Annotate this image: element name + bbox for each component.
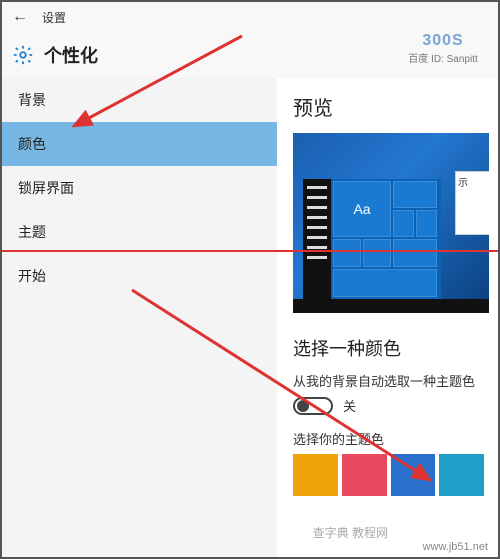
color-swatch-orange[interactable] (293, 454, 338, 496)
sidebar-item-label: 颜色 (18, 134, 46, 154)
page-header: 个性化 (2, 32, 498, 78)
auto-pick-toggle[interactable] (293, 397, 333, 415)
preview-heading: 预览 (293, 92, 484, 121)
choose-theme-label: 选择你的主题色 (293, 429, 484, 448)
auto-pick-label: 从我的背景自动选取一种主题色 (293, 371, 484, 390)
sidebar-item-lockscreen[interactable]: 锁屏界面 (2, 166, 277, 210)
titlebar-label: 设置 (42, 9, 66, 26)
sidebar-item-label: 开始 (18, 266, 46, 286)
preview-window: 示 (455, 171, 489, 235)
preview-start-list (303, 179, 331, 299)
back-button[interactable]: ← (8, 8, 32, 26)
color-swatch-red[interactable] (342, 454, 387, 496)
toggle-state-label: 关 (343, 396, 356, 415)
page-title: 个性化 (44, 42, 98, 68)
sidebar-item-label: 锁屏界面 (18, 178, 74, 198)
titlebar: ← 设置 (2, 2, 498, 32)
content-pane: 预览 Aa 示 选择一种颜色 从我的背景自动选取一种主题色 (277, 78, 498, 557)
color-swatches (293, 454, 484, 496)
preview-tile-sample: Aa (333, 181, 391, 237)
choose-color-heading: 选择一种颜色 (293, 335, 484, 361)
preview-start-tiles: Aa (331, 179, 441, 299)
desktop-preview: Aa 示 (293, 133, 489, 313)
color-swatch-blue[interactable] (391, 454, 436, 496)
sidebar-item-start[interactable]: 开始 (2, 254, 277, 298)
sidebar-item-background[interactable]: 背景 (2, 78, 277, 122)
sidebar-item-label: 主题 (18, 222, 46, 242)
settings-window: ← 设置 个性化 背景 颜色 锁屏界面 主题 开始 预览 Aa (0, 0, 500, 559)
sidebar-item-themes[interactable]: 主题 (2, 210, 277, 254)
sidebar: 背景 颜色 锁屏界面 主题 开始 (2, 78, 277, 557)
preview-taskbar (293, 299, 489, 313)
sidebar-item-label: 背景 (18, 90, 46, 110)
sidebar-item-colors[interactable]: 颜色 (2, 122, 277, 166)
gear-icon (12, 44, 34, 66)
preview-start-menu: Aa (303, 179, 441, 299)
color-swatch-cyan[interactable] (439, 454, 484, 496)
